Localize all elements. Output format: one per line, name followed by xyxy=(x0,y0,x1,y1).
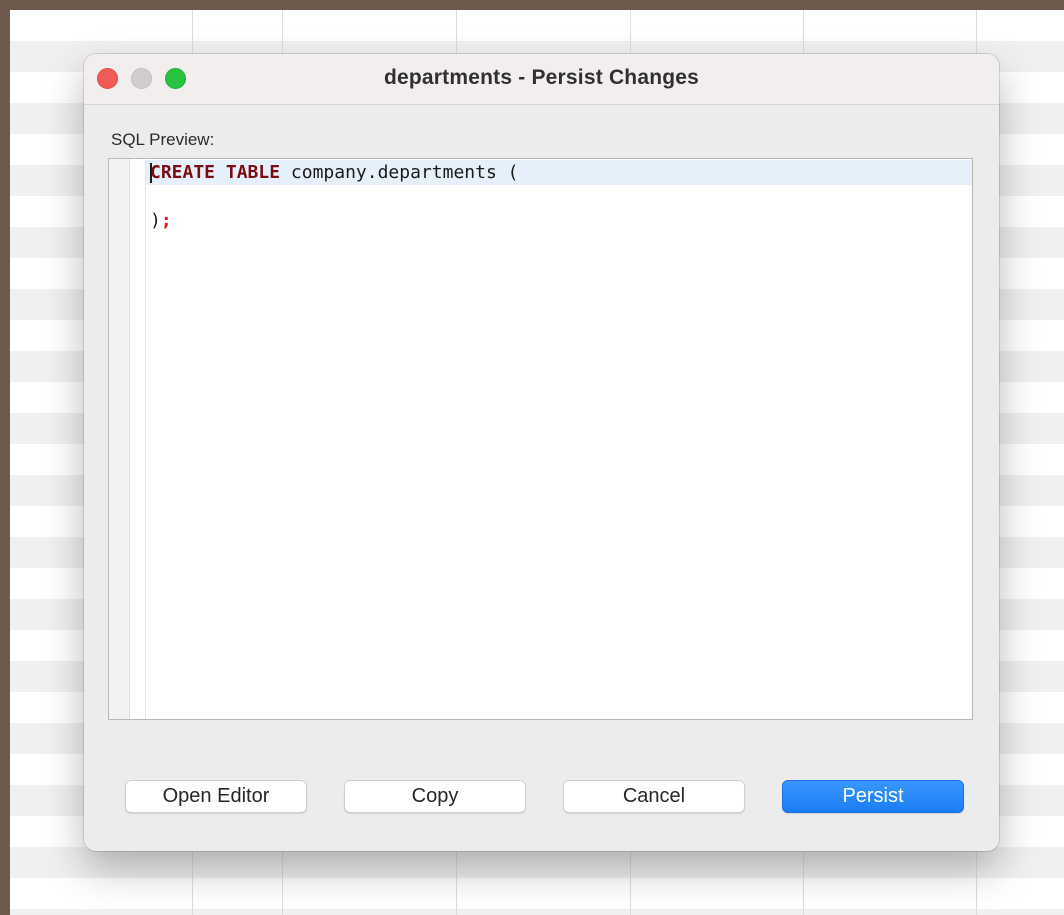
sql-close-paren: ) xyxy=(150,210,161,231)
persist-changes-dialog: departments - Persist Changes SQL Previe… xyxy=(84,54,999,851)
sql-preview-editor[interactable]: CREATE TABLE company.departments ( ); xyxy=(108,158,973,720)
sql-preview-label: SQL Preview: xyxy=(111,130,215,149)
dialog-title: departments - Persist Changes xyxy=(383,66,700,89)
editor-gutter xyxy=(109,159,129,719)
gutter-divider xyxy=(145,159,146,719)
cancel-button[interactable]: Cancel xyxy=(563,780,745,813)
sql-table-name: company.departments ( xyxy=(280,162,519,183)
open-editor-button[interactable]: Open Editor xyxy=(125,780,307,813)
persist-button[interactable]: Persist xyxy=(782,780,964,813)
copy-button[interactable]: Copy xyxy=(344,780,526,813)
sql-keyword-create: CREATE xyxy=(150,162,216,183)
code-line-3: ); xyxy=(150,210,172,231)
sql-semicolon: ; xyxy=(160,210,172,231)
sql-keyword-table: TABLE xyxy=(225,162,281,183)
gutter-divider xyxy=(129,159,130,719)
dialog-titlebar: departments - Persist Changes xyxy=(84,54,999,105)
code-line-1: CREATE TABLE company.departments ( xyxy=(150,162,518,183)
text-caret xyxy=(150,163,152,183)
